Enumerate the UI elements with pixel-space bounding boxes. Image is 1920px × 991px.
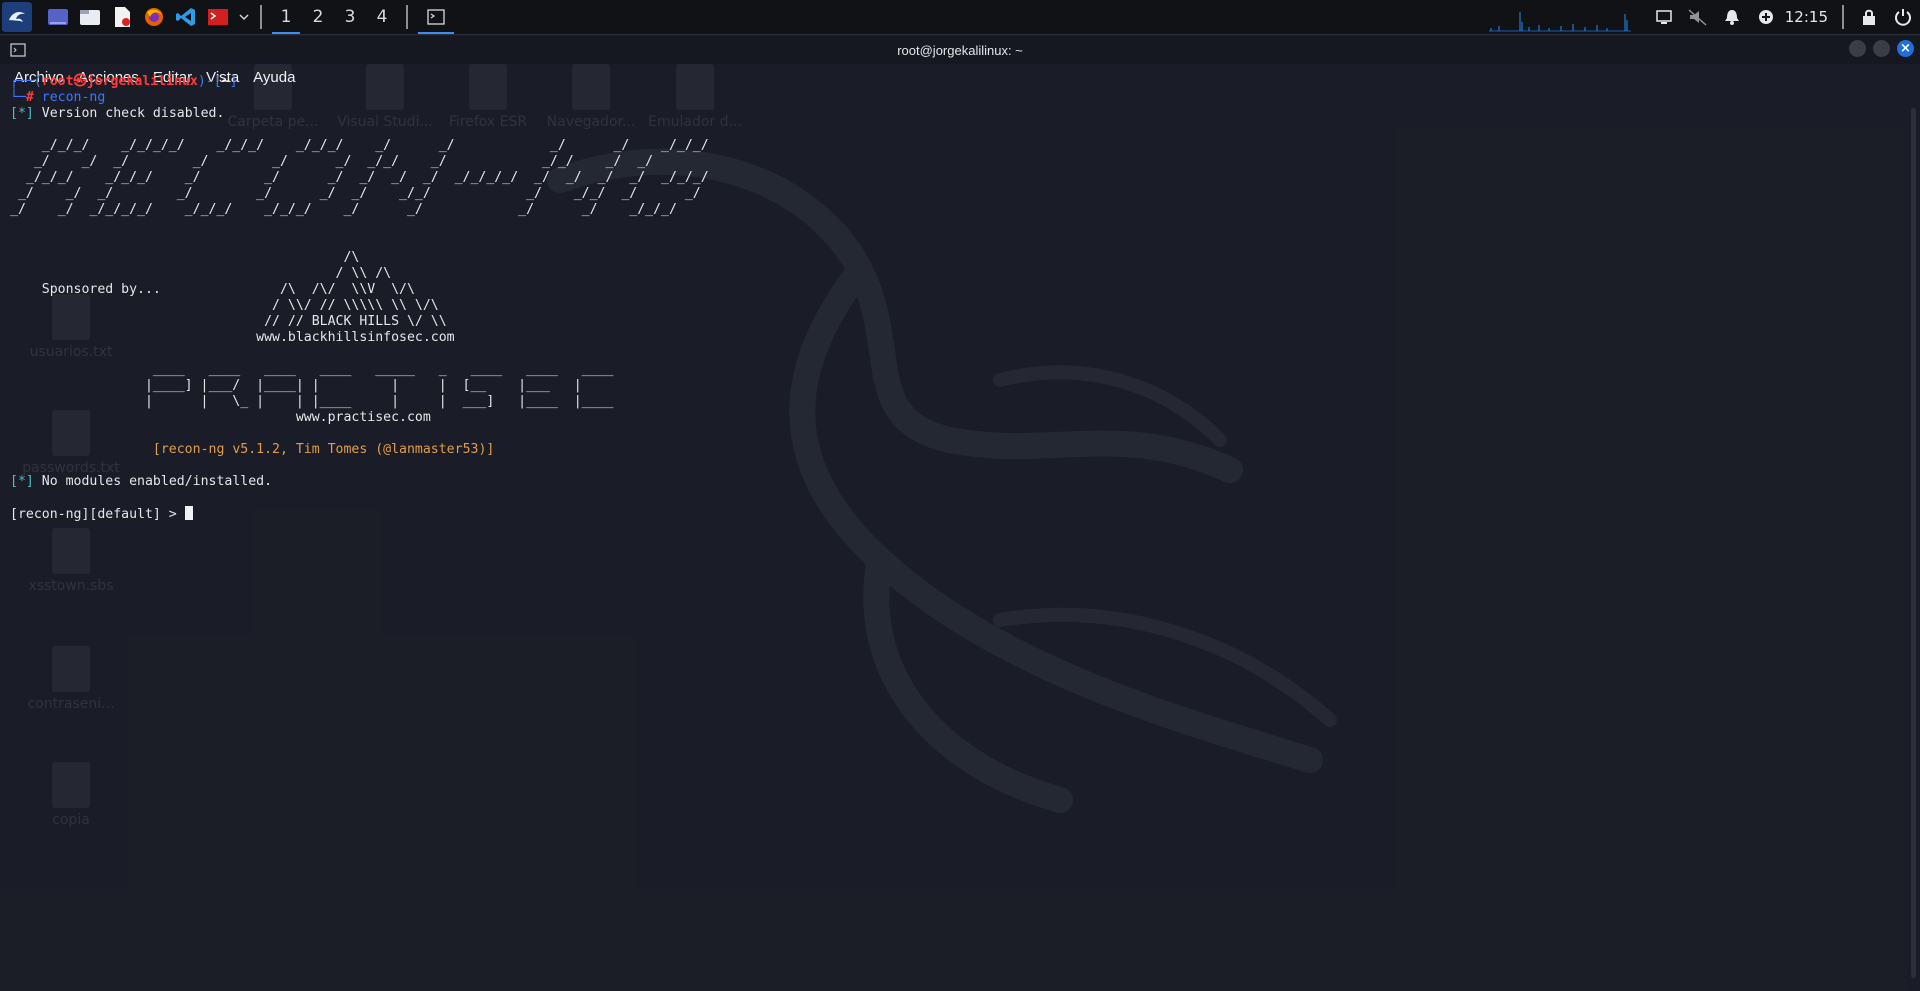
dropdown-chevron-icon[interactable] — [236, 3, 252, 31]
practisec-art-2: | | \_ | | |____ | | ___] |____ |____ — [10, 394, 614, 409]
panel-separator — [406, 5, 408, 29]
panel-separator — [260, 5, 262, 29]
minimize-button[interactable] — [1849, 40, 1866, 57]
ascii-banner-1: _/ _/ _/ _/ _/ _/ _/_/ _/ _/_/ _/ _/ — [10, 154, 654, 169]
kali-menu-icon[interactable] — [2, 2, 32, 32]
prompt-user: root㉿jorgekalilinux — [41, 74, 198, 89]
sponsor-art-3: / \\/ // \\\\\ \\ \/\ — [10, 298, 439, 313]
version-check-text: Version check disabled. — [41, 106, 225, 121]
cpu-graph — [1488, 12, 1631, 32]
firefox-icon[interactable] — [140, 3, 168, 31]
sponsor-art-0: /\ — [10, 250, 360, 265]
repl-prompt-line[interactable]: [recon-ng][default] > — [10, 506, 193, 522]
ascii-banner-0: _/_/_/ _/_/_/_/ _/_/_/ _/_/_/ _/ _/ _/ _… — [10, 138, 709, 153]
bell-icon[interactable] — [1717, 2, 1747, 32]
top-panel: 1 2 3 4 12:15 — [0, 0, 1920, 35]
practisec-art-3: www.practisec.com — [10, 410, 431, 425]
workspace-2[interactable]: 2 — [302, 0, 334, 34]
vscode-icon[interactable] — [172, 3, 200, 31]
ascii-banner-2: _/_/_/ _/_/_/ _/ _/ _/ _/ _/ _/ _/_/_/_/… — [10, 170, 709, 185]
window-titlebar[interactable]: root@jorgekalilinux: ~ × — [0, 36, 1920, 64]
power-icon[interactable] — [1888, 2, 1918, 32]
taskbar-terminal-window[interactable] — [416, 0, 456, 34]
terminal-scrollbar[interactable] — [1911, 108, 1916, 978]
terminal-icon — [427, 9, 445, 25]
sponsor-art-2: Sponsored by... /\ /\/ \\V \/\ — [10, 282, 415, 297]
terminal-red-icon[interactable] — [204, 3, 232, 31]
modules-text: No modules enabled/installed. — [41, 474, 273, 489]
file-manager-icon[interactable] — [76, 3, 104, 31]
sponsor-art-5: www.blackhillsinfosec.com — [10, 330, 455, 345]
clock[interactable]: 12:15 — [1785, 8, 1828, 26]
vpn-icon[interactable] — [1751, 2, 1781, 32]
workspace-1[interactable]: 1 — [270, 0, 302, 34]
volume-muted-icon[interactable] — [1683, 2, 1713, 32]
workspace-3[interactable]: 3 — [334, 0, 366, 34]
prompt-dir: ~ — [221, 74, 230, 89]
close-button[interactable]: × — [1897, 40, 1914, 57]
lock-icon[interactable] — [1854, 2, 1884, 32]
window-controls: × — [1842, 40, 1914, 57]
prompt-line: ┌──(root㉿jorgekalilinux)-[~] — [10, 74, 238, 89]
terminal-output[interactable]: ┌──(root㉿jorgekalilinux)-[~] └─# recon-n… — [10, 74, 709, 523]
version-check-line: [*] Version check disabled. — [10, 106, 225, 121]
display-icon[interactable] — [1649, 2, 1679, 32]
ascii-banner-3: _/ _/ _/ _/ _/ _/ _/ _/_/ _/ _/_/ _/ _/ — [10, 186, 701, 201]
recon-version-line: [recon-ng v5.1.2, Tim Tomes (@lanmaster5… — [152, 442, 495, 457]
repl-prompt: [recon-ng][default] > — [10, 507, 185, 522]
sponsor-art-1: / \\ /\ — [10, 266, 392, 281]
practisec-art-0: ____ ____ ____ ____ _____ _ ____ ____ __… — [10, 362, 614, 377]
command-line: └─# recon-ng — [10, 90, 106, 105]
maximize-button[interactable] — [1873, 40, 1890, 57]
ascii-banner-4: _/ _/ _/_/_/_/ _/_/_/ _/_/_/ _/ _/ _/ _/… — [10, 202, 677, 217]
workspace-4[interactable]: 4 — [366, 0, 398, 34]
text-cursor — [184, 506, 193, 520]
modules-line: [*] No modules enabled/installed. — [10, 474, 273, 489]
desktop-icon[interactable] — [44, 3, 72, 31]
command-text: recon-ng — [41, 90, 106, 105]
system-tray: 12:15 — [1488, 0, 1920, 34]
text-editor-icon[interactable] — [108, 3, 136, 31]
practisec-art-1: |____] |___/ |____| | | | [__ |___ | — [10, 378, 582, 393]
panel-separator — [1842, 5, 1844, 29]
sponsor-art-4: // // BLACK HILLS \/ \\ — [10, 314, 447, 329]
window-title: root@jorgekalilinux: ~ — [897, 42, 1023, 58]
